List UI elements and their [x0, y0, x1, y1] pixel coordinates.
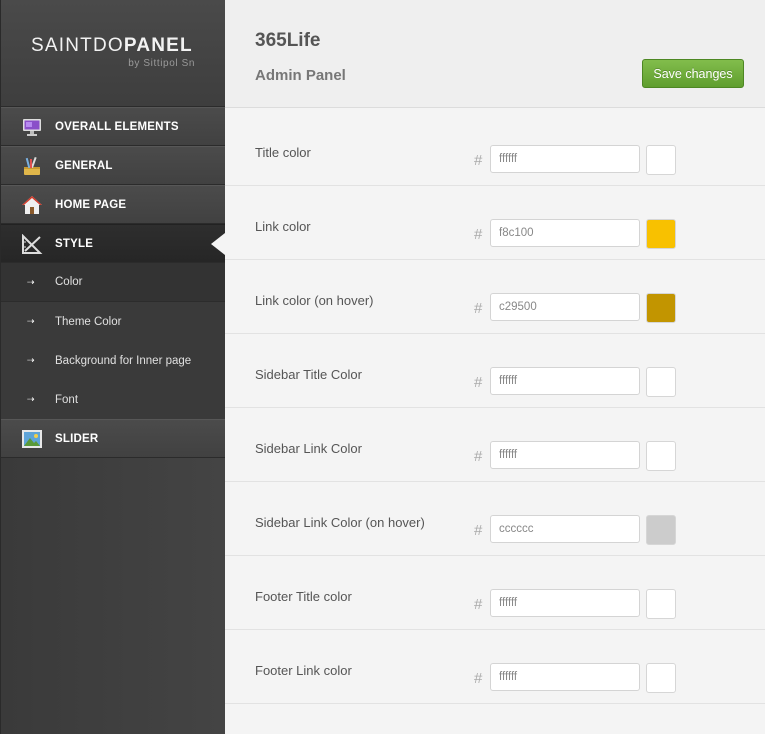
sidebar-item-overall-elements[interactable]: OVERALL ELEMENTS	[1, 107, 225, 146]
ruler-icon	[22, 233, 43, 254]
color-setting-row: Sidebar Link Color (on hover) #	[225, 482, 765, 556]
logo-title: SAINTDOPANEL	[31, 35, 193, 56]
color-swatch[interactable]	[646, 441, 676, 471]
hash-prefix: #	[474, 670, 483, 687]
picture-icon	[22, 429, 42, 448]
color-setting-row: Footer Title color #	[225, 556, 765, 630]
sidebar: SAINTDOPANEL by Sittipol Sn OVERALL ELEM…	[0, 0, 225, 734]
save-changes-button[interactable]: Save changes	[642, 59, 744, 88]
hash-prefix: #	[474, 448, 483, 465]
logo: SAINTDOPANEL by Sittipol Sn	[1, 0, 225, 107]
hash-prefix: #	[474, 522, 483, 539]
sidebar-item-style[interactable]: STYLE	[1, 224, 225, 263]
arrow-right-icon: ⇢	[27, 394, 35, 404]
sidebar-item-label: OVERALL ELEMENTS	[55, 120, 179, 133]
tools-icon	[24, 156, 40, 175]
sidebar-subitem-label: Background for Inner page	[55, 354, 192, 367]
arrow-right-icon: ⇢	[27, 316, 35, 326]
color-hex-input[interactable]	[490, 515, 640, 543]
arrow-right-icon: ⇢	[27, 276, 35, 287]
hash-prefix: #	[474, 374, 483, 391]
color-setting-row: Link color (on hover) #	[225, 260, 765, 334]
color-setting-label: Sidebar Link Color (on hover)	[255, 515, 425, 530]
color-setting-row: Link color #	[225, 186, 765, 260]
hash-prefix: #	[474, 152, 483, 169]
arrow-right-icon: ⇢	[27, 355, 35, 365]
color-swatch[interactable]	[646, 663, 676, 693]
sidebar-subitem-label: Font	[55, 393, 79, 406]
sidebar-item-label: SLIDER	[55, 432, 99, 445]
color-setting-label: Footer Title color	[255, 589, 352, 604]
color-swatch[interactable]	[646, 293, 676, 323]
color-swatch[interactable]	[646, 589, 676, 619]
monitor-icon	[23, 118, 41, 136]
sidebar-subitem-background-inner-page[interactable]: ⇢ Background for Inner page	[1, 341, 225, 380]
color-swatch[interactable]	[646, 219, 676, 249]
sidebar-subitem-color[interactable]: ⇢ Color	[1, 263, 225, 302]
color-setting-label: Sidebar Link Color	[255, 441, 362, 456]
hash-prefix: #	[474, 226, 483, 243]
color-setting-label: Sidebar Title Color	[255, 367, 362, 382]
sidebar-subitem-font[interactable]: ⇢ Font	[1, 380, 225, 419]
main-content: 365Life Admin Panel Save changes Title c…	[225, 0, 765, 734]
color-setting-row: Title color #	[225, 112, 765, 186]
color-hex-input[interactable]	[490, 441, 640, 469]
color-swatch[interactable]	[646, 367, 676, 397]
logo-subtitle: by Sittipol Sn	[128, 58, 195, 69]
color-swatch[interactable]	[646, 145, 676, 175]
site-title: 365Life	[255, 30, 321, 51]
color-hex-input[interactable]	[490, 219, 640, 247]
sidebar-item-slider[interactable]: SLIDER	[1, 419, 225, 458]
color-hex-input[interactable]	[490, 367, 640, 395]
color-setting-row: Sidebar Title Color #	[225, 334, 765, 408]
color-hex-input[interactable]	[490, 589, 640, 617]
color-setting-label: Title color	[255, 145, 311, 160]
sidebar-item-label: GENERAL	[55, 159, 113, 172]
page-header: 365Life Admin Panel Save changes	[225, 0, 765, 108]
sidebar-subitem-label: Color	[55, 276, 83, 288]
sidebar-item-home-page[interactable]: HOME PAGE	[1, 185, 225, 224]
hash-prefix: #	[474, 300, 483, 317]
color-setting-label: Link color (on hover)	[255, 293, 374, 308]
color-hex-input[interactable]	[490, 663, 640, 691]
sidebar-subitem-label: Theme Color	[55, 315, 122, 328]
color-hex-input[interactable]	[490, 293, 640, 321]
color-setting-row: Sidebar Link Color #	[225, 408, 765, 482]
house-icon	[22, 195, 42, 214]
hash-prefix: #	[474, 596, 483, 613]
color-swatch[interactable]	[646, 515, 676, 545]
color-setting-label: Link color	[255, 219, 311, 234]
sidebar-item-general[interactable]: GENERAL	[1, 146, 225, 185]
sidebar-subitem-theme-color[interactable]: ⇢ Theme Color	[1, 302, 225, 341]
color-settings-list: Title color#Link color#Link color (on ho…	[225, 112, 765, 704]
color-setting-row: Footer Link color #	[225, 630, 765, 704]
color-hex-input[interactable]	[490, 145, 640, 173]
color-setting-label: Footer Link color	[255, 663, 352, 678]
sidebar-item-label: HOME PAGE	[55, 198, 127, 211]
sidebar-item-label: STYLE	[55, 237, 94, 250]
